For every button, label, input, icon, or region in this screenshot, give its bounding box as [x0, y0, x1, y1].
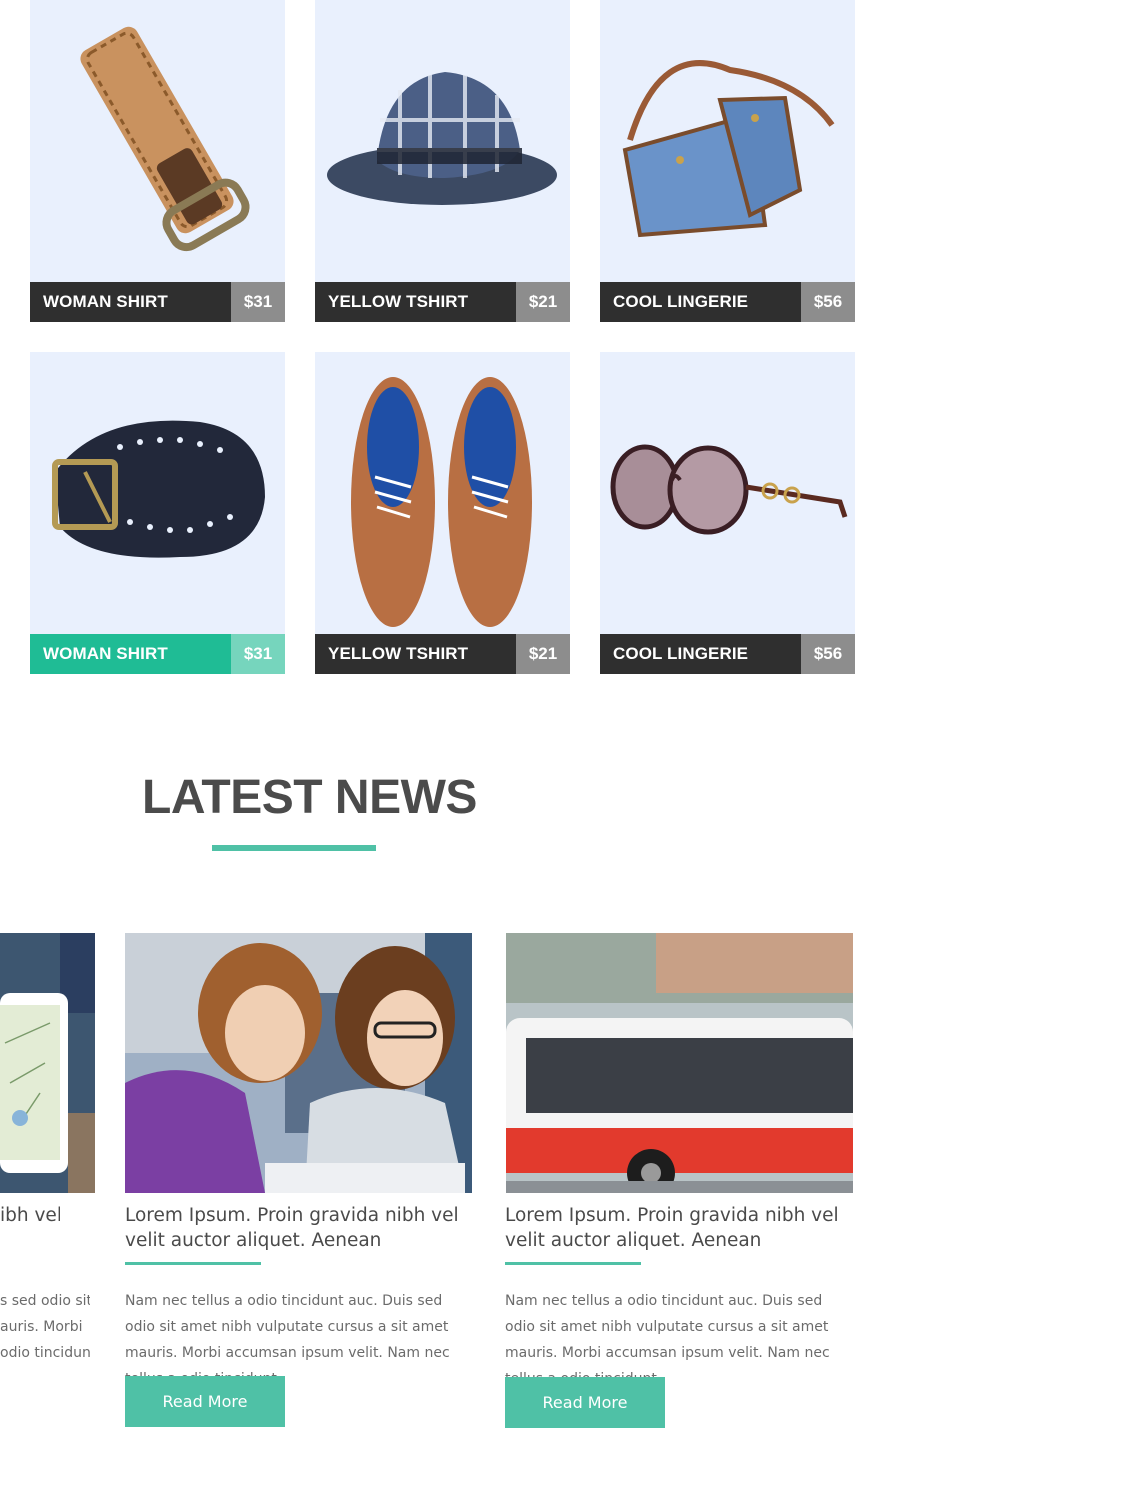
news-underline: [125, 1262, 261, 1265]
product-name: YELLOW TSHIRT: [328, 644, 469, 663]
product-bar: COOL LINGERIE $56: [600, 634, 855, 674]
news-text-line: s sed odio sit: [0, 1293, 90, 1309]
product-card[interactable]: COOL LINGERIE $56: [600, 0, 855, 322]
plaid-fedora-image: [327, 72, 557, 205]
product-price: $56: [801, 634, 855, 674]
product-bar: YELLOW TSHIRT $21: [315, 282, 570, 322]
news-text-line: auris. Morbi: [0, 1319, 83, 1335]
product-name: WOMAN SHIRT: [43, 292, 168, 311]
product-price: $31: [231, 282, 285, 322]
read-more-button[interactable]: Read More: [125, 1376, 285, 1427]
news-text-partial: s sed odio sit auris. Morbi odio tincidu…: [0, 1288, 90, 1366]
product-bar: YELLOW TSHIRT $21: [315, 634, 570, 674]
product-name: YELLOW TSHIRT: [328, 292, 469, 311]
product-name: COOL LINGERIE: [613, 644, 749, 663]
product-name: COOL LINGERIE: [613, 292, 749, 311]
read-more-button[interactable]: Read More: [505, 1377, 665, 1428]
news-underline: [505, 1262, 641, 1265]
braided-belt-image: [80, 26, 250, 252]
product-card[interactable]: COOL LINGERIE $56: [600, 352, 855, 674]
product-card[interactable]: YELLOW TSHIRT $21: [315, 352, 570, 674]
product-price: $21: [516, 282, 570, 322]
product-card[interactable]: YELLOW TSHIRT $21: [315, 0, 570, 322]
news-text-line: odio tincidunt: [0, 1345, 90, 1361]
news-heading[interactable]: Lorem Ipsum. Proin gravida nibh vel veli…: [125, 1203, 465, 1253]
product-bar: WOMAN SHIRT $31: [30, 282, 285, 322]
news-image: [125, 933, 472, 1193]
product-bar: WOMAN SHIRT $31: [30, 634, 285, 674]
section-underline: [212, 845, 376, 851]
section-title: LATEST NEWS: [142, 771, 477, 824]
product-price: $31: [231, 634, 285, 674]
leather-shoes-image: [351, 377, 532, 627]
product-bar: COOL LINGERIE $56: [600, 282, 855, 322]
perforated-belt-image: [52, 420, 265, 558]
denim-bag-image: [622, 60, 835, 238]
news-image: [506, 933, 853, 1193]
product-card[interactable]: WOMAN SHIRT $31: [30, 352, 285, 674]
news-heading[interactable]: Lorem Ipsum. Proin gravida nibh vel veli…: [505, 1203, 845, 1253]
sunglasses-image: [610, 444, 848, 535]
product-price: $21: [516, 634, 570, 674]
product-price: $56: [801, 282, 855, 322]
news-image: [0, 933, 95, 1193]
news-heading-partial: ibh vel: [0, 1205, 60, 1226]
product-card[interactable]: WOMAN SHIRT $31: [30, 0, 285, 322]
product-name: WOMAN SHIRT: [43, 644, 168, 663]
